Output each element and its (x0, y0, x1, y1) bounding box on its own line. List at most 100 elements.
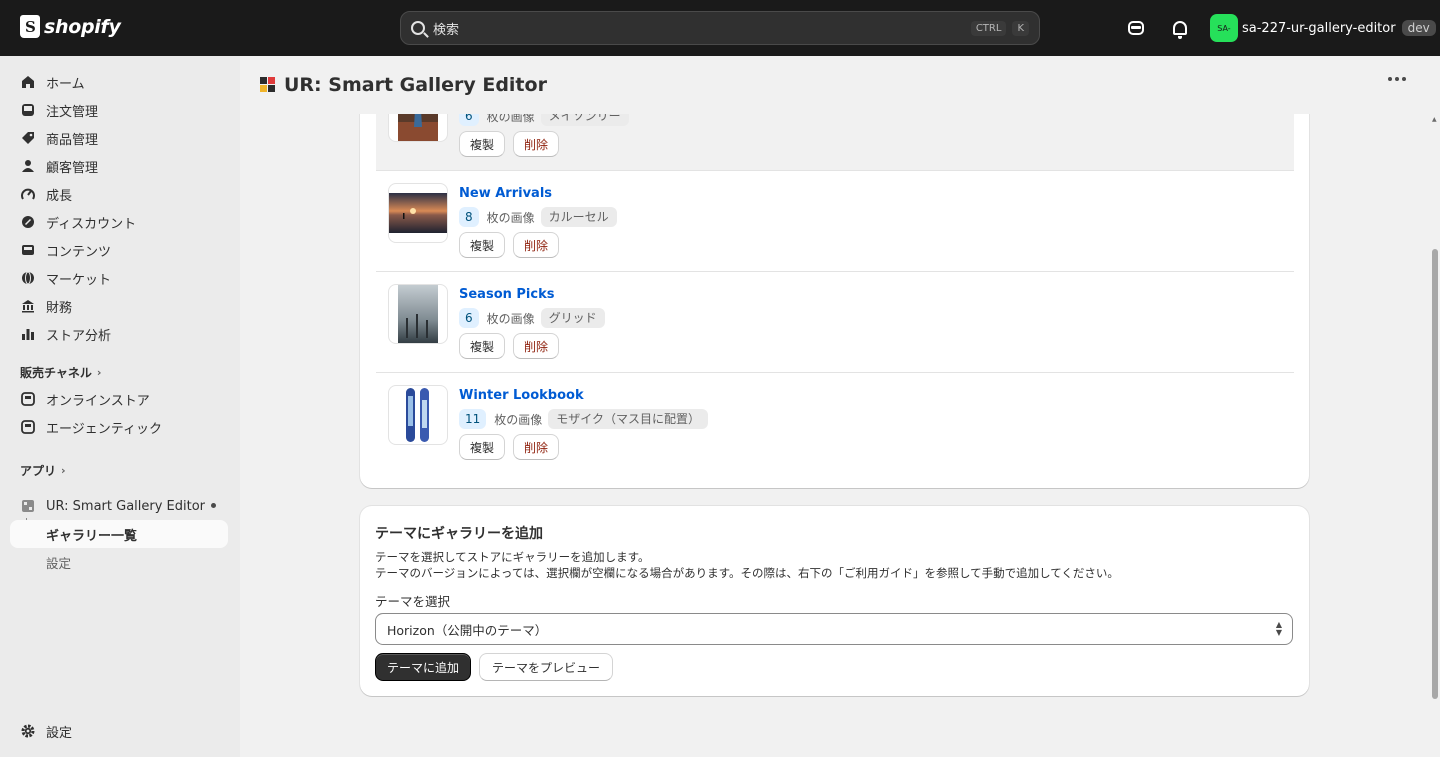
home-icon (20, 74, 36, 90)
duplicate-button[interactable]: 複製 (459, 232, 506, 258)
theme-select-label: テーマを選択 (375, 594, 451, 609)
gallery-row[interactable]: Season Picks 6 枚の画像 グリッド 複製 削除 (376, 272, 1294, 373)
app-logo-icon (20, 498, 36, 514)
content-icon (20, 242, 36, 258)
page-title: UR: Smart Gallery Editor (284, 74, 547, 96)
image-count-badge: 11 (459, 409, 487, 429)
sidebar-item-analytics[interactable]: ストア分析 (10, 320, 228, 348)
sidebar-item-agentic[interactable]: エージェンティック (10, 413, 228, 441)
store-menu[interactable]: SA- sa-227-ur-gallery-editor dev (1210, 14, 1436, 42)
shopify-bag-icon (20, 15, 40, 38)
bank-icon (20, 298, 36, 314)
delete-button[interactable]: 削除 (513, 333, 560, 359)
bell-icon (1173, 21, 1187, 39)
gallery-thumbnail[interactable] (388, 183, 448, 243)
scrollbar-thumb[interactable] (1432, 249, 1438, 699)
sidebar-item-gallery-list[interactable]: ギャラリー一覧 (10, 520, 228, 548)
select-chevron-icon: ▲ ▼ (1275, 620, 1282, 637)
theme-select[interactable]: Horizon（公開中のテーマ） ▲ ▼ (375, 613, 1293, 645)
chart-icon (20, 326, 36, 342)
gallery-row[interactable]: New Arrivals 8 枚の画像 カルーセル 複製 削除 (376, 171, 1294, 272)
app-header: UR: Smart Gallery Editor (240, 56, 1430, 114)
gallery-thumbnail[interactable] (388, 284, 448, 344)
card-title: テーマにギャラリーを追加 (375, 526, 543, 542)
sales-channels-header[interactable]: 販売チャネル › (20, 364, 101, 381)
dot-icon (1388, 77, 1392, 81)
add-to-theme-card: テーマにギャラリーを追加 テーマを選択してストアにギャラリーを追加します。 テー… (360, 506, 1309, 696)
dev-badge: dev (1401, 20, 1436, 36)
sidebar-item-online-store[interactable]: オンラインストア (10, 385, 228, 413)
gallery-list-card: 6 枚の画像 メイソンリー 複製 削除 New Arrivals 8 枚の画像 … (360, 56, 1309, 488)
gallery-actions: 複製 削除 (459, 131, 560, 157)
card-description: テーマを選択してストアにギャラリーを追加します。 テーマのバージョンによっては、… (375, 550, 1119, 580)
sidebar-item-content[interactable]: コンテンツ (10, 236, 228, 264)
sidebar-item-markets[interactable]: マーケット (10, 264, 228, 292)
delete-button[interactable]: 削除 (513, 131, 560, 157)
sidebar-item-app[interactable]: UR: Smart Gallery Editor (10, 492, 228, 520)
delete-button[interactable]: 削除 (513, 434, 560, 460)
discount-icon (20, 214, 36, 230)
app-logo-icon (260, 77, 276, 93)
duplicate-button[interactable]: 複製 (459, 434, 506, 460)
growth-icon (20, 186, 36, 202)
duplicate-button[interactable]: 複製 (459, 131, 506, 157)
agentic-icon (20, 419, 36, 435)
inbox-icon (20, 102, 36, 118)
sidebar: ホーム 注文管理 商品管理 顧客管理 成長 ディスカウント コンテンツ マーケッ… (0, 56, 240, 757)
sidebar-item-home[interactable]: ホーム (10, 68, 228, 96)
delete-button[interactable]: 削除 (513, 232, 560, 258)
gallery-actions: 複製 削除 (459, 434, 560, 460)
apps-header[interactable]: アプリ › (20, 462, 66, 479)
sidebar-item-app-settings[interactable]: 設定 (10, 548, 228, 576)
notifications-button[interactable] (1169, 17, 1191, 39)
chevron-right-icon: › (61, 464, 66, 477)
layout-badge: グリッド (540, 308, 605, 328)
gallery-thumbnail[interactable] (388, 385, 448, 445)
sidebar-item-discounts[interactable]: ディスカウント (10, 208, 228, 236)
gallery-meta: 8 枚の画像 カルーセル (459, 207, 617, 227)
shortcut-k: K (1012, 20, 1029, 36)
search-icon (411, 21, 425, 35)
tag-icon (20, 130, 36, 146)
globe-icon (20, 270, 36, 286)
layout-badge: カルーセル (540, 207, 617, 227)
more-actions-button[interactable] (1388, 77, 1406, 81)
search-bar[interactable]: 検索 CTRL K (400, 11, 1040, 45)
store-icon (20, 391, 36, 407)
sidekick-button[interactable] (1125, 17, 1147, 39)
shopify-logo[interactable]: shopify (20, 15, 121, 38)
gallery-title[interactable]: Winter Lookbook (459, 388, 584, 403)
gear-icon (20, 723, 36, 739)
gallery-row[interactable]: Winter Lookbook 11 枚の画像 モザイク（マス目に配置） 複製 … (376, 373, 1294, 474)
preview-theme-button[interactable]: テーマをプレビュー (479, 653, 614, 681)
main-content: UR: Smart Gallery Editor 6 枚の画像 メイソンリー 複… (240, 56, 1440, 757)
store-name: sa-227-ur-gallery-editor (1242, 20, 1396, 36)
image-count-badge: 6 (459, 308, 479, 328)
chevron-right-icon: › (96, 366, 102, 379)
scrollbar[interactable]: ▲ (1430, 56, 1440, 757)
gallery-actions: 複製 削除 (459, 333, 560, 359)
sidebar-item-growth[interactable]: 成長 (10, 180, 228, 208)
sidebar-item-settings[interactable]: 設定 (10, 717, 228, 745)
scroll-up-icon[interactable]: ▲ (1432, 116, 1437, 123)
gallery-meta: 11 枚の画像 モザイク（マス目に配置） (459, 409, 709, 429)
sidebar-item-orders[interactable]: 注文管理 (10, 96, 228, 124)
gallery-meta: 6 枚の画像 グリッド (459, 308, 605, 328)
image-count-badge: 8 (459, 207, 479, 227)
search-input[interactable]: 検索 (433, 19, 965, 38)
add-to-theme-button[interactable]: テーマに追加 (375, 653, 472, 681)
gallery-title[interactable]: Season Picks (459, 287, 554, 302)
sidebar-item-finance[interactable]: 財務 (10, 292, 228, 320)
top-bar: shopify 検索 CTRL K SA- sa-227-ur-gallery-… (0, 0, 1440, 56)
sidekick-icon (1128, 21, 1144, 35)
gallery-title[interactable]: New Arrivals (459, 186, 552, 201)
shortcut-ctrl: CTRL (970, 20, 1007, 36)
person-icon (20, 158, 36, 174)
sidebar-item-customers[interactable]: 顧客管理 (10, 152, 228, 180)
layout-badge: モザイク（マス目に配置） (548, 409, 709, 429)
duplicate-button[interactable]: 複製 (459, 333, 506, 359)
sidebar-item-products[interactable]: 商品管理 (10, 124, 228, 152)
gallery-actions: 複製 削除 (459, 232, 560, 258)
pin-dot-icon (211, 503, 216, 508)
store-avatar: SA- (1210, 14, 1238, 42)
